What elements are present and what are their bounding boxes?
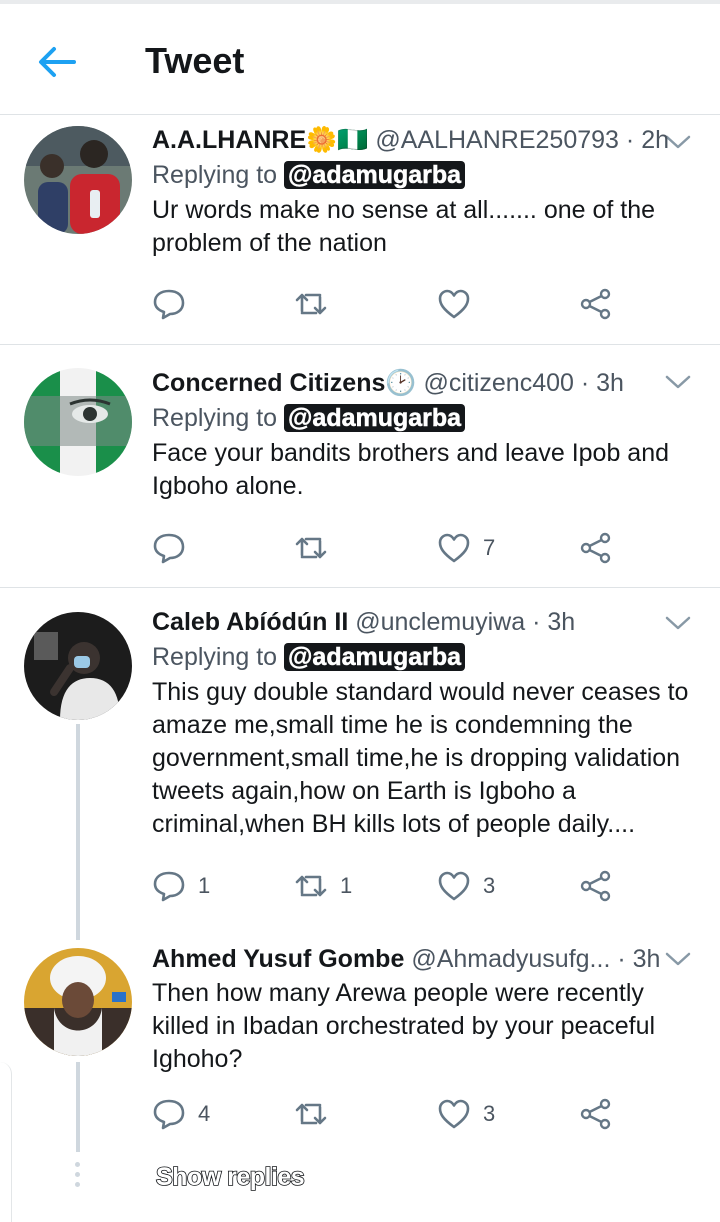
reply-icon	[153, 533, 185, 564]
user-handle[interactable]: @unclemuyiwa	[355, 608, 525, 636]
timestamp[interactable]: 2h	[641, 126, 669, 154]
tweet-body: Caleb Abíódún II @unclemuyiwa · 3h Reply…	[152, 606, 700, 841]
tweet-body: Concerned Citizens🕑 @citizenc400 · 3h Re…	[152, 367, 700, 503]
tweet-text: Then how many Arewa people were recently…	[152, 979, 656, 1073]
retweet-count: 1	[340, 873, 353, 898]
tweet-meta: Ahmed Yusuf Gombe @Ahmadyusufg... · 3h	[152, 943, 700, 975]
share-button[interactable]	[579, 866, 613, 906]
retweet-button[interactable]	[294, 284, 340, 324]
replying-to: Replying to @adamugarba	[152, 401, 700, 435]
tweet-actions: 1 1 3	[152, 866, 622, 906]
back-arrow-icon	[39, 47, 76, 77]
tweet-meta: Concerned Citizens🕑 @citizenc400 · 3h	[152, 367, 700, 399]
user-handle[interactable]: @citizenc400	[423, 369, 573, 397]
display-name[interactable]: Caleb Abíódún II	[152, 608, 348, 636]
like-button[interactable]: 3	[437, 1094, 495, 1134]
tweet[interactable]: Ahmed Yusuf Gombe @Ahmadyusufg... · 3h T…	[0, 928, 720, 1130]
page-title: Tweet	[145, 40, 245, 81]
back-button[interactable]	[34, 42, 78, 82]
share-icon	[580, 1098, 611, 1130]
reply-button[interactable]: 1	[152, 866, 210, 906]
share-icon	[580, 870, 611, 902]
top-bar: Tweet	[0, 4, 720, 115]
replying-to: Replying to @adamugarba	[152, 158, 700, 192]
reply-icon	[153, 289, 185, 320]
reply-count: 4	[198, 1101, 211, 1126]
tweet[interactable]: Concerned Citizens🕑 @citizenc400 · 3h Re…	[0, 345, 720, 588]
separator-dot: ·	[532, 608, 541, 636]
like-button[interactable]: 7	[437, 528, 495, 568]
tweet[interactable]: A.A.LHANRE🌼🇳🇬 @AALHANRE250793 · 2h Reply…	[0, 116, 720, 345]
reply-button[interactable]	[152, 528, 198, 568]
like-button[interactable]	[437, 284, 483, 324]
share-button[interactable]	[579, 1094, 613, 1134]
timestamp[interactable]: 3h	[596, 369, 624, 397]
replying-to: Replying to @adamugarba	[152, 640, 700, 674]
display-name[interactable]: Concerned Citizens🕑	[152, 369, 417, 397]
reply-icon	[153, 1099, 185, 1130]
mention-link[interactable]: @adamugarba	[284, 161, 466, 189]
tweet-text: Ur words make no sense at all....... one…	[152, 196, 656, 257]
timestamp[interactable]: 3h	[633, 945, 661, 973]
retweet-icon	[295, 1103, 327, 1125]
replying-to-label: Replying to	[152, 404, 278, 432]
tweet-body: A.A.LHANRE🌼🇳🇬 @AALHANRE250793 · 2h Reply…	[152, 124, 700, 260]
avatar[interactable]	[24, 368, 132, 476]
retweet-button[interactable]	[294, 528, 340, 568]
like-icon	[438, 1099, 470, 1129]
reply-button[interactable]: 4	[152, 1094, 210, 1134]
tweet-meta: A.A.LHANRE🌼🇳🇬 @AALHANRE250793 · 2h	[152, 124, 700, 156]
retweet-icon	[295, 537, 327, 559]
like-icon	[438, 533, 470, 563]
share-icon	[580, 288, 611, 320]
separator-dot: ·	[580, 369, 590, 397]
separator-dot: ·	[625, 126, 635, 154]
user-handle[interactable]: @Ahmadyusufg...	[411, 945, 610, 973]
tweet[interactable]: Caleb Abíódún II @unclemuyiwa · 3h Reply…	[0, 588, 720, 928]
retweet-icon	[295, 875, 327, 897]
share-button[interactable]	[579, 284, 613, 324]
tweet-body: Ahmed Yusuf Gombe @Ahmadyusufg... · 3h T…	[152, 943, 700, 1076]
reply-icon	[153, 871, 185, 902]
avatar[interactable]	[24, 948, 132, 1056]
thread-dots	[75, 1162, 81, 1192]
like-count: 7	[483, 535, 496, 560]
tweet-text: This guy double standard would never cea…	[152, 678, 689, 838]
separator-dot: ·	[617, 945, 626, 973]
show-replies-link[interactable]: Show replies	[155, 1162, 305, 1192]
mention-link[interactable]: @adamugarba	[284, 404, 466, 432]
reply-button[interactable]	[152, 284, 198, 324]
share-icon	[580, 532, 611, 564]
retweet-icon	[295, 293, 327, 315]
tweet-text: Face your bandits brothers and leave Ipo…	[152, 439, 670, 500]
like-button[interactable]: 3	[437, 866, 495, 906]
tweet-meta: Caleb Abíódún II @unclemuyiwa · 3h	[152, 606, 700, 638]
thread-line	[76, 1062, 80, 1152]
replying-to-label: Replying to	[152, 643, 278, 671]
reply-count: 1	[198, 873, 211, 898]
tweet-actions	[152, 284, 622, 324]
like-icon	[438, 289, 470, 319]
share-button[interactable]	[579, 528, 613, 568]
like-count: 3	[483, 873, 496, 898]
like-icon	[438, 871, 470, 901]
timestamp[interactable]: 3h	[547, 608, 575, 636]
replying-to-label: Replying to	[152, 161, 278, 189]
mention-link[interactable]: @adamugarba	[284, 643, 466, 671]
like-count: 3	[483, 1101, 496, 1126]
tweet-actions: 7	[152, 528, 622, 568]
tweet-actions: 4 3	[152, 1094, 622, 1134]
thread-line	[76, 724, 80, 940]
retweet-button[interactable]: 1	[294, 866, 352, 906]
user-handle[interactable]: @AALHANRE250793	[375, 126, 619, 154]
panel-edge	[0, 1062, 12, 1222]
display-name[interactable]: Ahmed Yusuf Gombe	[152, 945, 404, 973]
avatar[interactable]	[24, 612, 132, 720]
avatar[interactable]	[24, 126, 132, 234]
retweet-button[interactable]	[294, 1094, 340, 1134]
display-name[interactable]: A.A.LHANRE🌼🇳🇬	[152, 126, 368, 154]
